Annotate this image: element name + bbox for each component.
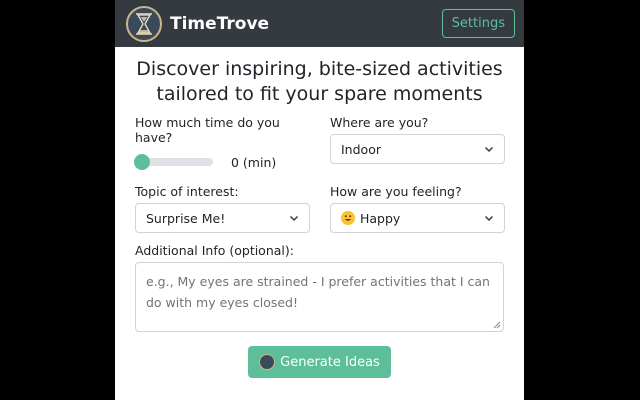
app-name: TimeTrove xyxy=(170,13,270,34)
time-slider-thumb[interactable] xyxy=(134,154,150,170)
topic-select[interactable]: Surprise Me! xyxy=(135,203,310,233)
topic-label: Topic of interest: xyxy=(135,184,239,199)
navbar: TimeTrove Settings xyxy=(115,0,524,47)
location-label: Where are you? xyxy=(330,115,429,130)
time-slider[interactable] xyxy=(134,154,213,170)
page-title-line1: Discover inspiring, bite-sized activitie… xyxy=(136,58,503,80)
hourglass-logo-icon xyxy=(126,5,162,42)
location-select[interactable]: Indoor xyxy=(330,134,505,164)
feeling-label: How are you feeling? xyxy=(330,184,462,199)
smiley-face-icon xyxy=(341,210,355,225)
settings-button[interactable]: Settings xyxy=(441,9,515,38)
feeling-group: How are you feeling? Happy xyxy=(330,184,505,233)
location-group: Where are you? Indoor xyxy=(330,115,505,175)
generate-ideas-label: Generate Ideas xyxy=(280,354,380,370)
chevron-down-icon xyxy=(289,215,299,222)
time-value: 0 (min) xyxy=(231,154,277,170)
chevron-down-icon xyxy=(484,215,494,222)
page-title: Discover inspiring, bite-sized activitie… xyxy=(121,57,518,107)
chevron-down-icon xyxy=(484,146,494,153)
time-group: How much time do you have? 0 (min) xyxy=(134,115,310,175)
additional-label: Additional Info (optional): xyxy=(135,243,294,258)
app-container: TimeTrove Settings Discover inspiring, b… xyxy=(115,0,524,400)
time-slider-row: 0 (min) xyxy=(134,149,310,175)
brand[interactable]: TimeTrove xyxy=(126,5,270,42)
feeling-value: Happy xyxy=(341,210,401,226)
page-title-line2: tailored to fit your spare moments xyxy=(156,83,483,105)
hourglass-logo-icon xyxy=(259,354,276,370)
location-selected: Indoor xyxy=(341,141,381,157)
time-label: How much time do you have? xyxy=(135,115,280,145)
resize-handle-icon[interactable] xyxy=(493,321,501,329)
additional-placeholder: e.g., My eyes are strained - I prefer ac… xyxy=(146,274,490,310)
generate-wrap: Generate Ideas xyxy=(115,346,524,378)
feeling-select[interactable]: Happy xyxy=(330,203,505,233)
topic-group: Topic of interest: Surprise Me! xyxy=(135,184,310,233)
feeling-selected: Happy xyxy=(360,210,401,226)
additional-info-textarea[interactable]: e.g., My eyes are strained - I prefer ac… xyxy=(135,262,504,332)
topic-selected: Surprise Me! xyxy=(146,210,226,226)
generate-ideas-button[interactable]: Generate Ideas xyxy=(248,346,391,378)
additional-group: Additional Info (optional): e.g., My eye… xyxy=(135,243,504,332)
options-grid: How much time do you have? 0 (min) Where… xyxy=(134,115,524,233)
